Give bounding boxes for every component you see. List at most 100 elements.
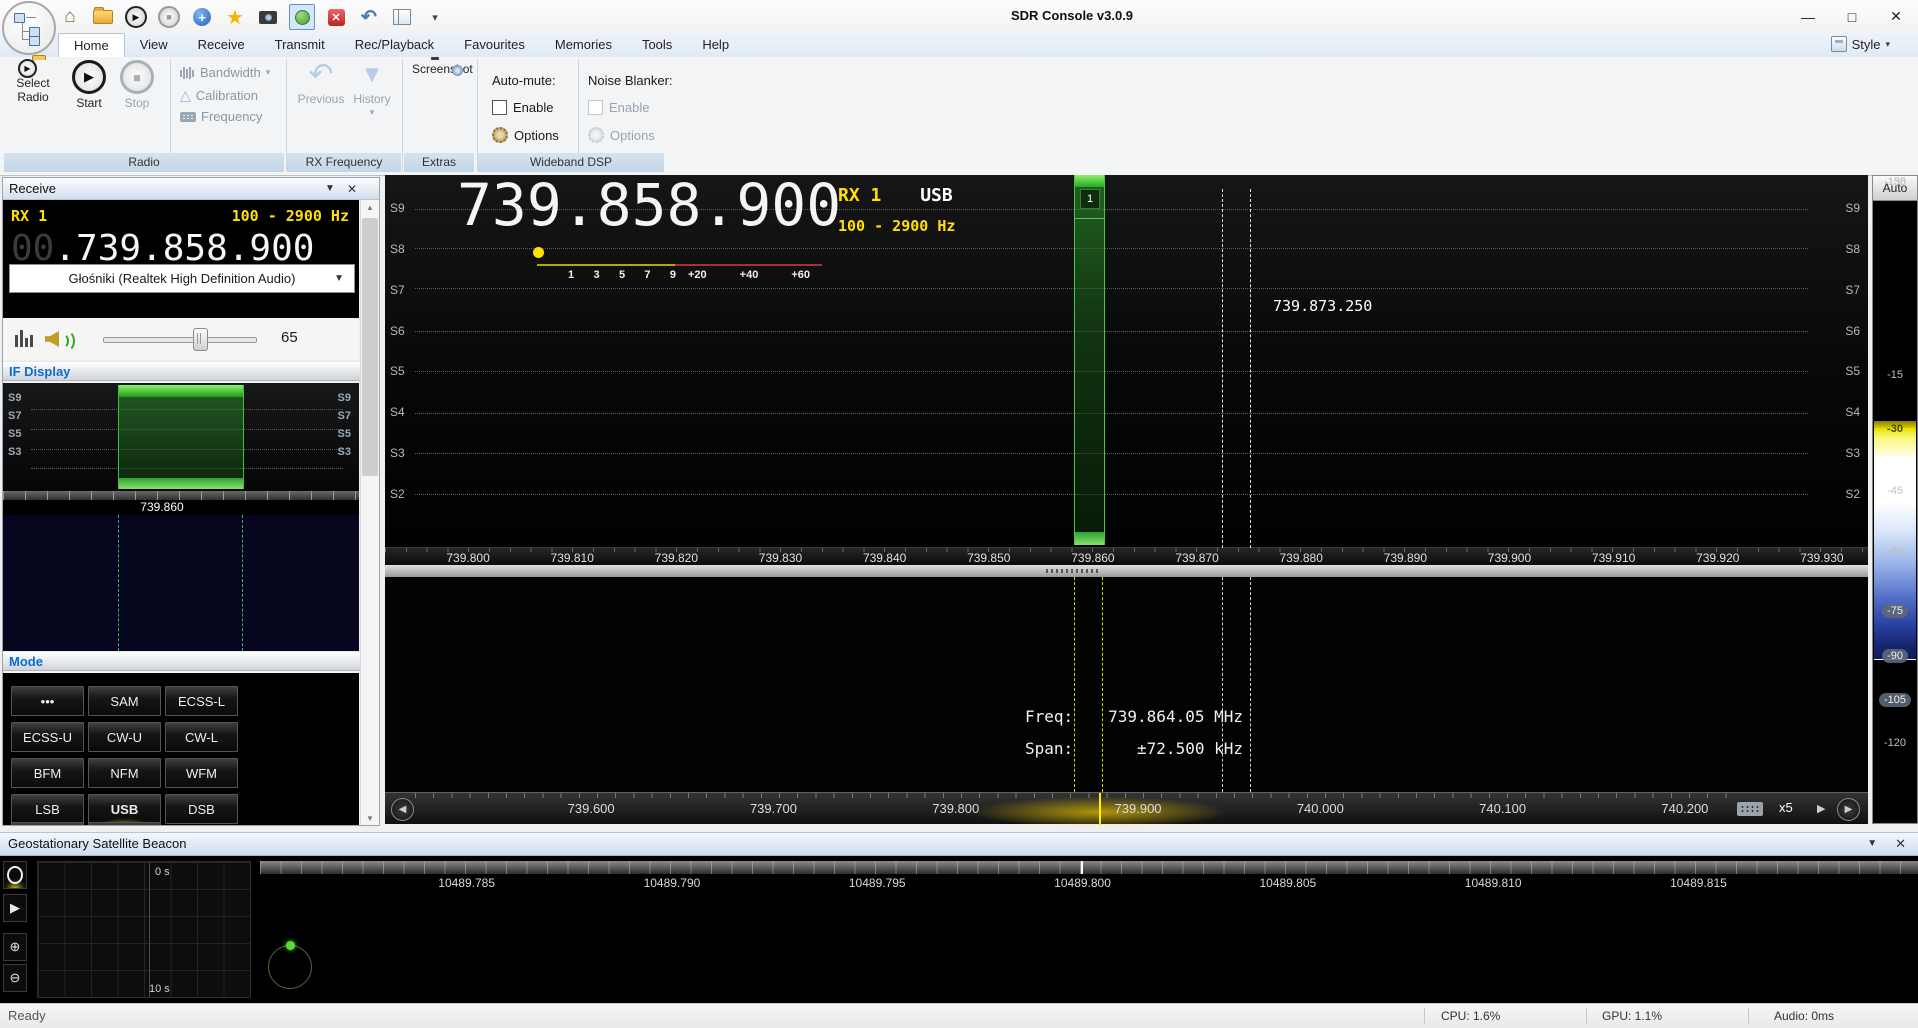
- speaker-icon[interactable]: [45, 328, 71, 350]
- add-radio-icon[interactable]: +: [190, 5, 214, 29]
- scrollbar-thumb[interactable]: [362, 218, 378, 476]
- menu-tab[interactable]: Home: [58, 33, 125, 57]
- mode-button[interactable]: ECSS-U: [11, 722, 84, 752]
- stop-button[interactable]: ■ Stop: [116, 60, 158, 111]
- collapse-icon[interactable]: ▼: [325, 178, 335, 200]
- mode-button[interactable]: [88, 822, 161, 826]
- application-menu-button[interactable]: [2, 1, 56, 55]
- mode-button[interactable]: NFM: [88, 758, 161, 788]
- beacon-track-button[interactable]: [3, 861, 27, 889]
- menu-tab[interactable]: View: [125, 33, 183, 57]
- collapse-icon[interactable]: ▼: [1867, 833, 1877, 855]
- db-label: -60: [1873, 545, 1917, 557]
- beacon-zoom-out-button[interactable]: ⊖: [3, 964, 27, 992]
- mode-header[interactable]: Mode ▲: [3, 651, 379, 671]
- tuned-frequency[interactable]: 00.739.858.900: [11, 228, 314, 269]
- calibration-button[interactable]: △ Calibration: [180, 87, 258, 104]
- spectrum-waterfall-splitter[interactable]: [385, 565, 1868, 577]
- more-commands-icon[interactable]: ▾: [423, 5, 447, 29]
- stop-icon[interactable]: ■: [157, 5, 181, 29]
- if-passband-marker[interactable]: [118, 385, 244, 489]
- frequency-lcd[interactable]: RX 1 100 - 2900 Hz 00.739.858.900: [3, 200, 359, 318]
- menu-tab[interactable]: Transmit: [260, 33, 340, 57]
- open-folder-icon[interactable]: [91, 5, 115, 29]
- start-button[interactable]: ▶ Start: [68, 60, 110, 111]
- close-icon[interactable]: ✕: [1895, 833, 1906, 855]
- rx-number-badge[interactable]: 1: [1080, 189, 1100, 209]
- main-spectrum-display[interactable]: S9S8S7S6S5S4S3S2 S9S8S7S6S5S4S3S2 739.85…: [385, 175, 1868, 565]
- screenshot-icon[interactable]: [256, 5, 280, 29]
- mode-button[interactable]: LSB: [11, 794, 84, 824]
- beacon-play-button[interactable]: ▶: [3, 894, 27, 922]
- select-radio-button[interactable]: ▶ Select Radio: [6, 60, 60, 105]
- main-waterfall[interactable]: Freq: 739.864.05 MHz Span: ±72.500 kHz: [385, 577, 1868, 792]
- undo-icon[interactable]: ↶: [357, 5, 381, 29]
- auto-mute-enable[interactable]: Enable: [492, 100, 553, 115]
- noise-blanker-enable[interactable]: Enable: [588, 100, 649, 115]
- mode-button[interactable]: CW-L: [165, 722, 238, 752]
- mode-button[interactable]: DSB: [165, 794, 238, 824]
- menu-tab[interactable]: Receive: [183, 33, 260, 57]
- if-spectrum[interactable]: S9S7S5S3 S9S7S5S3: [3, 383, 359, 491]
- track-icon: [7, 866, 23, 884]
- palette-gradient[interactable]: [1874, 421, 1916, 660]
- beacon-history-graph[interactable]: 0 s 10 s: [37, 861, 251, 998]
- volume-slider[interactable]: [103, 337, 257, 343]
- checkbox-icon[interactable]: [492, 100, 507, 115]
- db-label: -75: [1873, 604, 1917, 618]
- start-icon[interactable]: ▶: [124, 5, 148, 29]
- sub-marker-line[interactable]: [1222, 189, 1223, 548]
- scroll-up-icon[interactable]: ▲: [361, 200, 379, 216]
- menu-tab[interactable]: Memories: [540, 33, 627, 57]
- minimize-button[interactable]: —: [1786, 0, 1830, 33]
- mode-button[interactable]: [11, 822, 84, 826]
- bandwidth-button[interactable]: Bandwidth ▾: [180, 65, 270, 80]
- auto-mute-options[interactable]: Options: [492, 127, 559, 143]
- mode-button[interactable]: SAM: [88, 686, 161, 716]
- rx-passband-marker[interactable]: [1074, 175, 1105, 545]
- screenshot-button[interactable]: Screenshot: [412, 60, 472, 77]
- previous-frequency-button[interactable]: ↶ Previous: [296, 60, 346, 107]
- style-selector[interactable]: Style ▾: [1831, 36, 1890, 52]
- delete-icon[interactable]: ✕: [324, 5, 348, 29]
- volume-slider-thumb[interactable]: [193, 328, 208, 351]
- menu-tab[interactable]: Rec/Playback: [340, 33, 449, 57]
- panel-scrollbar[interactable]: ▲ ▼: [360, 200, 379, 826]
- home-icon[interactable]: ⌂: [58, 5, 82, 29]
- close-button[interactable]: ✕: [1874, 0, 1918, 33]
- mode-button[interactable]: ECSS-L: [165, 686, 238, 716]
- mode-button[interactable]: WFM: [165, 758, 238, 788]
- scroll-right-button[interactable]: ▶: [1837, 798, 1860, 821]
- audio-latency: Audio: 0ms: [1774, 1009, 1834, 1023]
- record-icon[interactable]: [289, 4, 315, 30]
- sub-marker-line[interactable]: [1250, 189, 1251, 548]
- if-display-header[interactable]: IF Display ▲: [3, 361, 379, 381]
- favourites-icon[interactable]: ★: [223, 5, 247, 29]
- mode-button[interactable]: CW-U: [88, 722, 161, 752]
- layout-icon[interactable]: [390, 5, 414, 29]
- scroll-left-button[interactable]: ◀: [391, 798, 414, 821]
- menu-tab[interactable]: Favourites: [449, 33, 540, 57]
- mode-button[interactable]: •••: [11, 686, 84, 716]
- if-waterfall[interactable]: [3, 515, 359, 651]
- beacon-zoom-in-button[interactable]: ⊕: [3, 933, 27, 961]
- band-overview-strip[interactable]: 739.600739.700739.800739.900740.000740.1…: [415, 793, 1730, 825]
- mode-button[interactable]: USB: [88, 794, 161, 824]
- audio-device-select[interactable]: Głośniki (Realtek High Definition Audio)…: [9, 264, 355, 293]
- beacon-frequency-ruler[interactable]: [260, 861, 1918, 874]
- noise-blanker-options[interactable]: Options: [588, 127, 655, 143]
- zoom-level[interactable]: x5: [1779, 800, 1793, 815]
- maximize-button[interactable]: □: [1830, 0, 1874, 33]
- scroll-down-icon[interactable]: ▼: [361, 811, 379, 826]
- menu-tab[interactable]: Help: [687, 33, 744, 57]
- equalizer-icon[interactable]: [15, 330, 33, 347]
- step-right-icon[interactable]: ▶: [1817, 802, 1825, 815]
- frequency-history-button[interactable]: ▼ History ▾: [348, 60, 396, 118]
- frequency-navigation-bar[interactable]: ◀ 739.600739.700739.800739.900740.000740…: [385, 792, 1868, 824]
- close-icon[interactable]: ✕: [347, 178, 357, 200]
- mode-button[interactable]: BFM: [11, 758, 84, 788]
- keyboard-entry-icon[interactable]: [1737, 802, 1763, 816]
- menu-tab[interactable]: Tools: [627, 33, 687, 57]
- spectrum-frequency-axis[interactable]: 739.800739.810739.820739.830739.840739.8…: [385, 547, 1868, 565]
- frequency-button[interactable]: Frequency: [180, 109, 262, 124]
